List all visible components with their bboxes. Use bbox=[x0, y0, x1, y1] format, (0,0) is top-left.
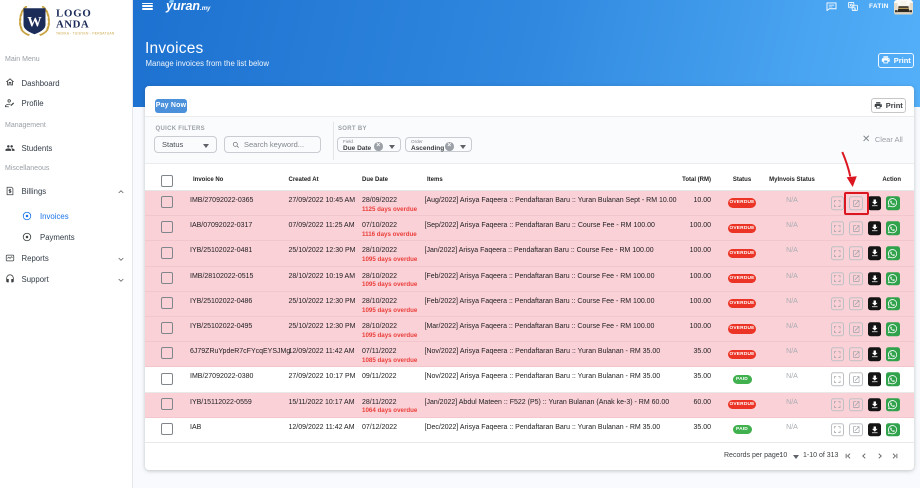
svg-text:ANDA: ANDA bbox=[56, 19, 89, 31]
svg-text:W: W bbox=[27, 15, 42, 31]
svg-text:TADIKA - TUISYEN - PERSATUAN: TADIKA - TUISYEN - PERSATUAN bbox=[56, 32, 115, 36]
